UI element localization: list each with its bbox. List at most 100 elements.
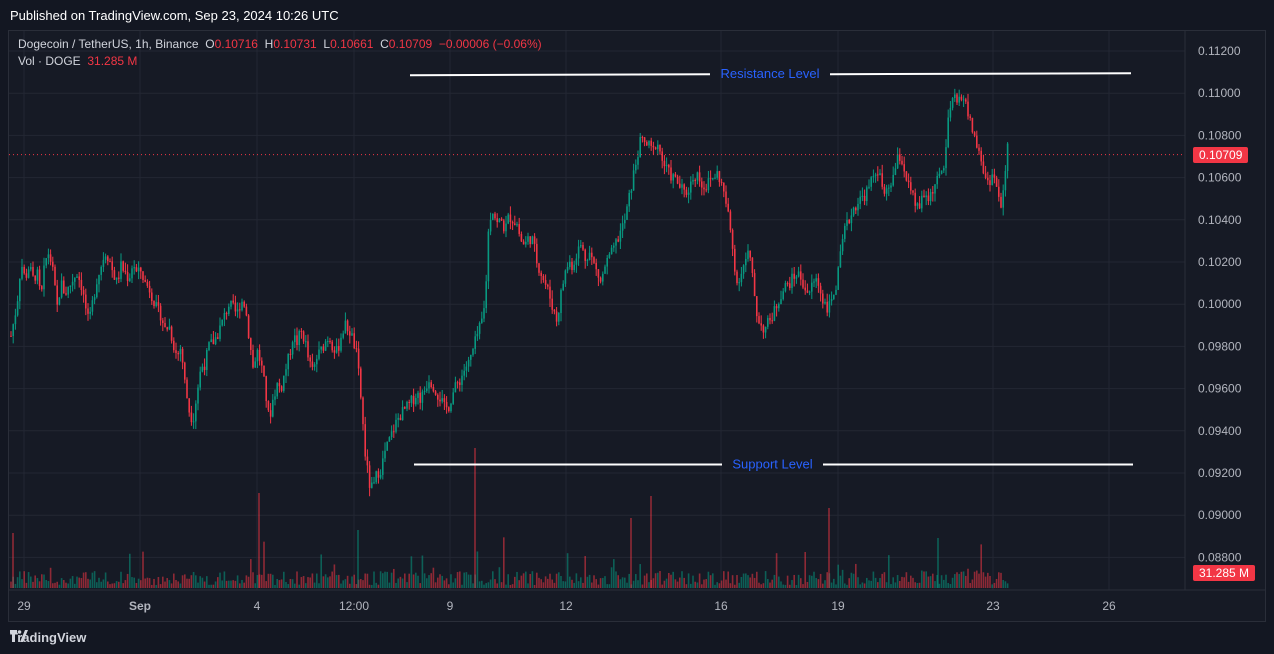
candle-body [45, 258, 47, 266]
candle-body [879, 173, 881, 175]
volume-label[interactable]: Vol · DOGE [18, 54, 81, 68]
volume-bar [146, 577, 149, 588]
volume-bar [943, 579, 945, 588]
candle-body [938, 173, 941, 176]
candle-body [727, 203, 729, 212]
candle-body [967, 101, 969, 117]
volume-bar [597, 584, 600, 588]
y-tick-label: 0.09400 [1198, 424, 1242, 438]
volume-bar [340, 583, 342, 588]
volume-bar [696, 582, 699, 588]
candle-body [483, 308, 485, 319]
candle-body [773, 306, 776, 321]
candle-body [819, 285, 822, 294]
volume-bar [324, 574, 327, 588]
candle-body [278, 383, 281, 387]
volume-bar [239, 583, 241, 588]
volume-bar [786, 575, 789, 588]
volume-bar [494, 579, 496, 588]
volume-bar [729, 583, 732, 588]
volume-bar [137, 578, 140, 588]
volume-bar [538, 577, 540, 588]
candle-body [393, 431, 395, 433]
volume-bar [949, 584, 952, 588]
candle-body [410, 395, 413, 403]
volume-bar [529, 573, 531, 588]
volume-bar [698, 573, 701, 588]
price-chart[interactable]: 0.11200 0.11000 0.10800 0.10600 0.10400 0.102… [0, 0, 1274, 654]
volume-bar [659, 571, 661, 588]
volume-bar [916, 583, 919, 588]
candle-body [775, 306, 778, 309]
volume-bar [773, 574, 776, 588]
x-tick-label: 26 [1102, 599, 1116, 613]
volume-bar [261, 574, 263, 588]
volume-bar [465, 572, 468, 588]
symbol-label[interactable]: Dogecoin / TetherUS, 1h, Binance [18, 37, 199, 51]
candle-body [60, 280, 63, 298]
candle-body [426, 388, 428, 391]
candle-body [338, 346, 340, 351]
candle-body [267, 401, 270, 411]
candle-body [230, 300, 232, 307]
x-tick-label: 29 [17, 599, 31, 613]
volume-bar [709, 575, 712, 588]
volume-bar [613, 559, 615, 588]
candle-body [646, 142, 648, 146]
resistance-level-label[interactable]: Resistance Level [721, 66, 820, 81]
volume-bar [377, 584, 380, 588]
volume-bar [560, 575, 562, 588]
resistance-line-right[interactable] [829, 72, 1132, 76]
candle-body [36, 269, 39, 281]
volume-bar [74, 583, 76, 588]
candle-body [804, 287, 806, 291]
volume-bar [364, 573, 366, 588]
candle-body [764, 326, 767, 333]
candle-body [401, 407, 404, 421]
candle-body [544, 280, 547, 285]
candle-body [595, 262, 597, 270]
volume-bar [923, 571, 925, 588]
candle-body [562, 283, 564, 291]
candle-body [542, 275, 545, 281]
candle-body [467, 359, 470, 367]
resistance-line-left[interactable] [409, 73, 711, 77]
candle-body [157, 302, 160, 306]
volume-bar [1004, 581, 1007, 588]
candle-body [751, 257, 754, 274]
volume-bar [910, 575, 912, 588]
volume-bar [573, 582, 575, 588]
candle-body [296, 335, 298, 346]
support-level-label[interactable]: Support Level [732, 457, 812, 472]
volume-bar [445, 578, 448, 588]
volume-bar [382, 573, 384, 588]
candle-body [564, 270, 567, 284]
candle-body [69, 285, 72, 288]
candle-body [74, 277, 76, 282]
tradingview-brand[interactable]: TradingView [10, 630, 86, 645]
candle-body [269, 410, 272, 417]
candle-body [175, 350, 177, 354]
candle-body [560, 290, 562, 313]
candle-body [855, 207, 857, 211]
volume-bar [258, 493, 260, 588]
close-value: 0.10709 [388, 37, 433, 51]
candle-body [379, 474, 382, 478]
volume-bar [395, 582, 397, 588]
candle-body [885, 188, 888, 194]
volume-bar [844, 583, 846, 588]
candle-body [302, 331, 305, 342]
volume-bar [852, 573, 855, 588]
open-value: 0.10716 [214, 37, 258, 51]
volume-bar [813, 571, 815, 588]
candle-body [927, 195, 930, 202]
candle-body [569, 261, 571, 268]
candle-body [254, 361, 256, 368]
volume-bar [940, 575, 943, 588]
volume-bar [439, 574, 441, 588]
volume-bar [863, 583, 866, 588]
volume-bar [214, 581, 217, 588]
volume-bar [619, 579, 622, 588]
volume-bar [327, 577, 329, 588]
volume-bar [153, 578, 155, 588]
